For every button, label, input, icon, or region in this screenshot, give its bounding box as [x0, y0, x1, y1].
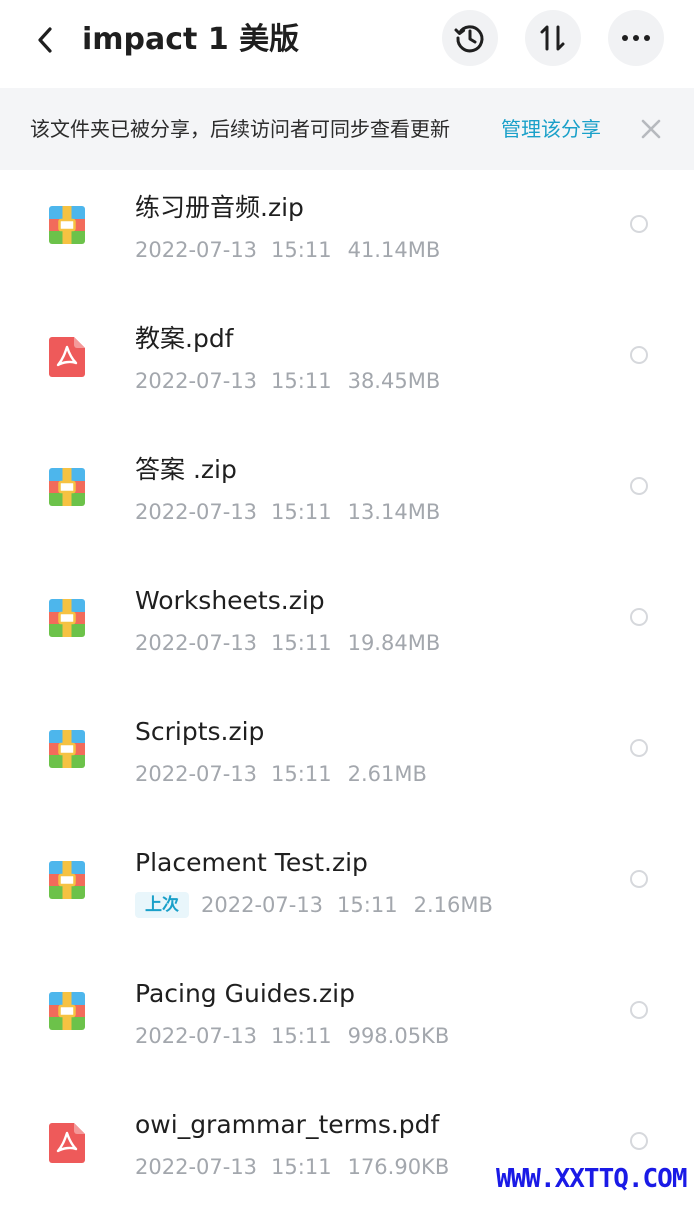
share-banner: 该文件夹已被分享，后续访问者可同步查看更新 管理该分享	[0, 88, 694, 170]
file-name: Pacing Guides.zip	[135, 979, 355, 1008]
file-row[interactable]: 答案 .zip 2022-07-13 15:11 13.14MB	[0, 422, 694, 553]
file-time: 15:11	[271, 1155, 332, 1179]
file-size: 2.16MB	[413, 893, 493, 917]
file-date: 2022-07-13	[201, 893, 324, 917]
file-date: 2022-07-13	[135, 1024, 258, 1048]
file-date: 2022-07-13	[135, 631, 258, 655]
more-button[interactable]	[608, 10, 664, 66]
page-title: impact 1 美版	[82, 22, 300, 57]
file-time: 15:11	[271, 1024, 332, 1048]
file-meta: 2022-07-13 15:11 13.14MB	[135, 498, 440, 526]
file-size: 41.14MB	[347, 238, 441, 262]
file-time: 15:11	[271, 369, 332, 393]
share-banner-text: 该文件夹已被分享，后续访问者可同步查看更新	[30, 117, 450, 141]
file-date: 2022-07-13	[135, 500, 258, 524]
file-size: 38.45MB	[347, 369, 441, 393]
file-row[interactable]: 练习册音频.zip 2022-07-13 15:11 41.14MB	[0, 160, 694, 291]
file-meta: 上次 2022-07-13 15:11 2.16MB	[135, 891, 493, 919]
file-time: 15:11	[271, 500, 332, 524]
file-row[interactable]: Worksheets.zip 2022-07-13 15:11 19.84MB	[0, 553, 694, 684]
file-meta: 2022-07-13 15:11 41.14MB	[135, 236, 440, 264]
back-button[interactable]	[24, 18, 68, 62]
file-name: 答案 .zip	[135, 455, 237, 484]
file-meta: 2022-07-13 15:11 176.90KB	[135, 1153, 449, 1181]
file-date: 2022-07-13	[135, 369, 258, 393]
file-time: 15:11	[271, 762, 332, 786]
select-radio[interactable]	[630, 346, 648, 364]
last-opened-badge: 上次	[135, 892, 189, 918]
file-time: 15:11	[337, 893, 398, 917]
zip-file-icon	[49, 861, 85, 899]
file-row[interactable]: Pacing Guides.zip 2022-07-13 15:11 998.05KB	[0, 946, 694, 1077]
file-size: 13.14MB	[347, 500, 441, 524]
file-meta: 2022-07-13 15:11 19.84MB	[135, 629, 440, 657]
pdf-file-icon	[49, 337, 85, 377]
zip-file-icon	[49, 599, 85, 637]
select-radio[interactable]	[630, 870, 648, 888]
file-time: 15:11	[271, 238, 332, 262]
file-row[interactable]: Placement Test.zip 上次 2022-07-13 15:11 2.16M…	[0, 815, 694, 946]
file-row[interactable]: Scripts.zip 2022-07-13 15:11 2.61MB	[0, 684, 694, 815]
file-date: 2022-07-13	[135, 1155, 258, 1179]
select-radio[interactable]	[630, 477, 648, 495]
file-size: 2.61MB	[347, 762, 427, 786]
file-date: 2022-07-13	[135, 238, 258, 262]
sort-icon	[540, 25, 565, 51]
file-name: 教案.pdf	[135, 324, 234, 353]
file-name: Scripts.zip	[135, 717, 265, 746]
file-meta: 2022-07-13 15:11 38.45MB	[135, 367, 440, 395]
watermark: WWW.XXTTQ.COM	[496, 1164, 687, 1194]
select-radio[interactable]	[630, 215, 648, 233]
file-row[interactable]: 教案.pdf 2022-07-13 15:11 38.45MB	[0, 291, 694, 422]
file-size: 19.84MB	[347, 631, 441, 655]
file-name: Worksheets.zip	[135, 586, 325, 615]
manage-share-link[interactable]: 管理该分享	[501, 116, 601, 142]
sort-button[interactable]	[525, 10, 581, 66]
select-radio[interactable]	[630, 1132, 648, 1150]
file-time: 15:11	[271, 631, 332, 655]
close-icon[interactable]	[638, 116, 664, 142]
zip-file-icon	[49, 468, 85, 506]
file-name: Placement Test.zip	[135, 848, 368, 877]
file-list: 练习册音频.zip 2022-07-13 15:11 41.14MB 教案.pdf 20…	[0, 160, 694, 1208]
zip-file-icon	[49, 206, 85, 244]
select-radio[interactable]	[630, 608, 648, 626]
zip-file-icon	[49, 730, 85, 768]
file-meta: 2022-07-13 15:11 998.05KB	[135, 1022, 449, 1050]
file-name: 练习册音频.zip	[135, 193, 304, 222]
select-radio[interactable]	[630, 739, 648, 757]
top-bar: impact 1 美版	[0, 0, 694, 88]
file-size: 176.90KB	[347, 1155, 450, 1179]
pdf-file-icon	[49, 1123, 85, 1163]
file-name: owi_grammar_terms.pdf	[135, 1110, 440, 1139]
more-horizontal-icon	[622, 35, 650, 41]
zip-file-icon	[49, 992, 85, 1030]
chevron-left-icon	[38, 27, 52, 53]
select-radio[interactable]	[630, 1001, 648, 1019]
history-icon	[454, 25, 484, 53]
file-size: 998.05KB	[347, 1024, 450, 1048]
file-meta: 2022-07-13 15:11 2.61MB	[135, 760, 427, 788]
history-button[interactable]	[442, 10, 498, 66]
file-date: 2022-07-13	[135, 762, 258, 786]
